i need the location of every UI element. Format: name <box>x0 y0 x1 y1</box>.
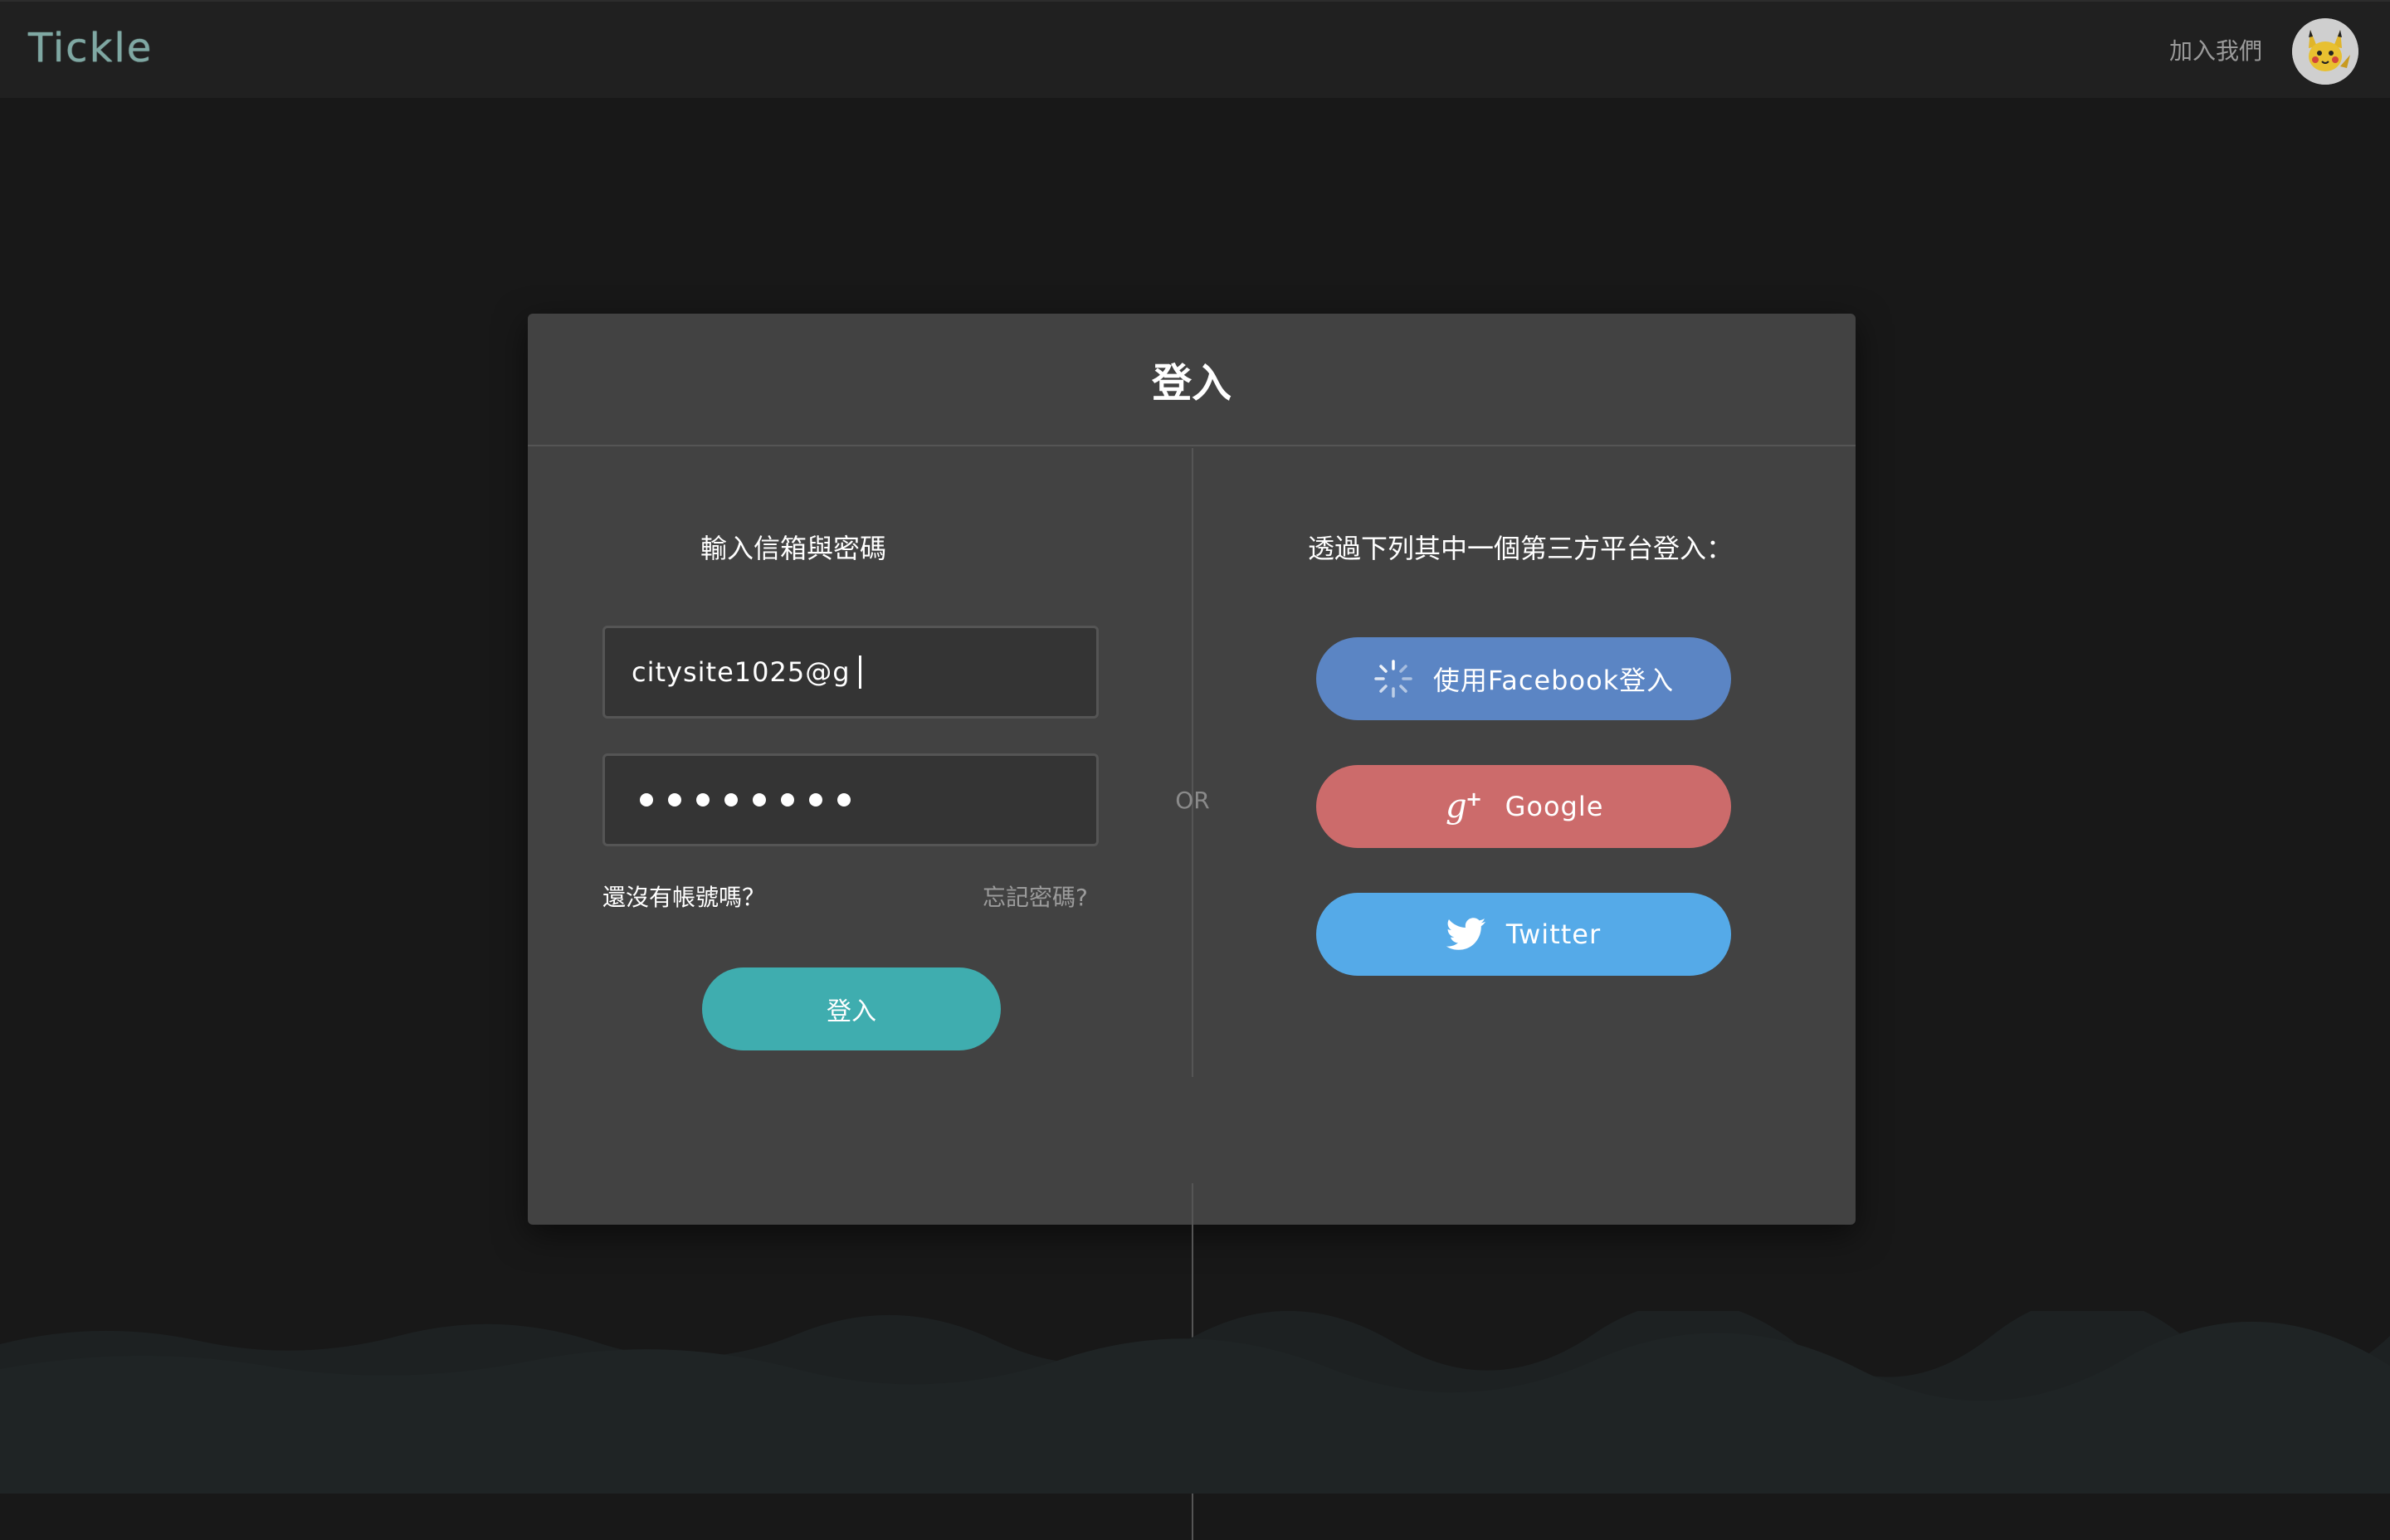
signup-link[interactable]: 還沒有帳號嗎？ <box>602 880 765 913</box>
vertical-divider <box>1192 448 1193 1077</box>
user-avatar[interactable] <box>2292 18 2358 85</box>
password-dot <box>753 793 766 807</box>
facebook-button-label: 使用Facebook登入 <box>1432 665 1675 696</box>
text-caret <box>858 655 861 689</box>
svg-text:+: + <box>1466 787 1483 811</box>
facebook-login-button[interactable]: 使用Facebook登入 <box>1316 637 1731 720</box>
password-field[interactable] <box>602 753 1099 846</box>
google-button-label: Google <box>1505 791 1604 822</box>
background-waves <box>0 1311 2390 1494</box>
email-value: citysite1025@g <box>632 656 851 688</box>
password-dot <box>724 793 738 807</box>
google-login-button[interactable]: g + Google <box>1316 765 1731 848</box>
twitter-bird-icon <box>1446 918 1486 951</box>
google-plus-icon: g + <box>1444 786 1485 827</box>
password-dot <box>781 793 794 807</box>
modal-header: 登入 <box>528 314 1856 446</box>
password-dot <box>696 793 710 807</box>
login-button[interactable]: 登入 <box>702 967 1001 1050</box>
modal-title: 登入 <box>1151 360 1232 407</box>
svg-text:g: g <box>1446 787 1468 826</box>
password-dot <box>640 793 653 807</box>
or-separator: OR <box>1175 787 1210 814</box>
email-login-title: 輸入信箱與密碼 <box>700 533 886 564</box>
third-party-login-title: 透過下列其中一個第三方平台登入： <box>1308 533 1734 564</box>
password-dot <box>668 793 681 807</box>
forgot-password-link[interactable]: 忘記密碼? <box>983 880 1088 913</box>
password-dot <box>837 793 851 807</box>
top-navbar: Tickle 加入我們 <box>0 0 2390 98</box>
login-modal: 登入 OR 輸入信箱與密碼 citysite1025@g 還沒有帳號嗎？ 忘記密… <box>528 314 1856 1540</box>
twitter-login-button[interactable]: Twitter <box>1316 893 1731 976</box>
join-us-link[interactable]: 加入我們 <box>2169 33 2262 66</box>
tickle-logo[interactable]: Tickle <box>28 25 153 71</box>
pikachu-avatar-icon <box>2292 18 2358 85</box>
twitter-button-label: Twitter <box>1505 919 1602 950</box>
loading-spinner-icon <box>1373 659 1413 699</box>
password-dot <box>809 793 822 807</box>
email-field[interactable]: citysite1025@g <box>602 626 1099 719</box>
